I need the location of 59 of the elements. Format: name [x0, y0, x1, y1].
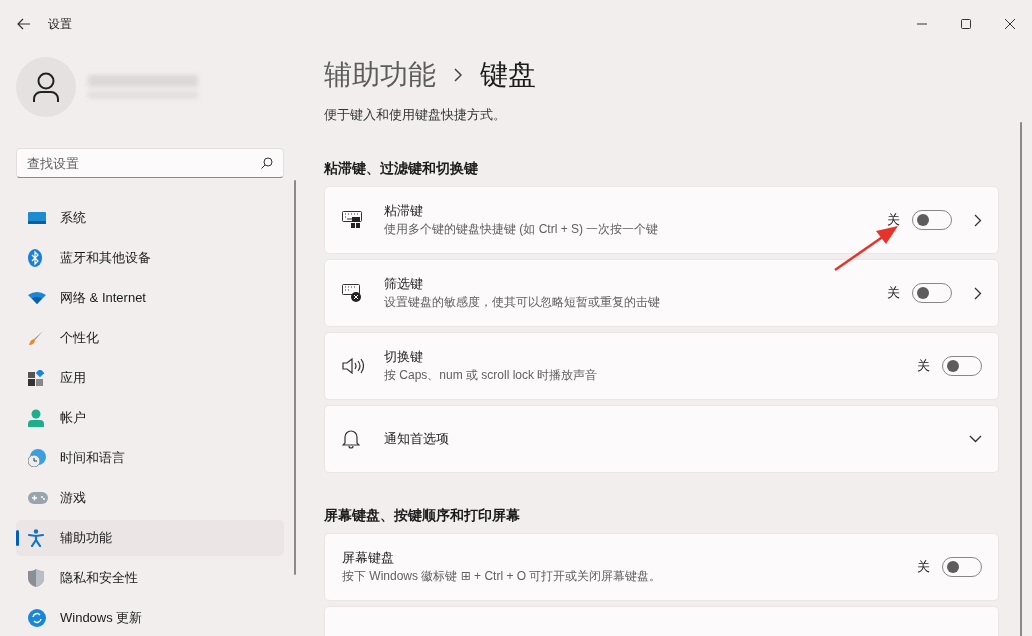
sidebar-item[interactable]: 隐私和安全性 [16, 560, 284, 596]
paintbrush-icon [28, 330, 44, 346]
sidebar-item[interactable]: 游戏 [16, 480, 284, 516]
wifi-icon [28, 292, 46, 304]
chevron-right-icon [454, 68, 462, 82]
bell-icon [342, 429, 360, 449]
setting-title: 筛选键 [384, 275, 424, 293]
chevron-right-icon[interactable] [974, 286, 982, 300]
setting-title: 粘滞键 [384, 202, 424, 220]
toggle-state-label: 关 [887, 284, 900, 302]
gamepad-icon [28, 492, 48, 504]
sidebar-item[interactable]: 系统 [16, 200, 284, 236]
sidebar-item[interactable]: 应用 [16, 360, 284, 396]
settings-card[interactable]: 屏幕键盘 按下 Windows 徽标键 ⊞ + Ctrl + O 可打开或关闭屏幕键盘。 关 [324, 533, 999, 601]
bluetooth-icon [28, 249, 42, 267]
keyboard-icon [342, 211, 362, 229]
search-field[interactable]: 查找设置 [16, 148, 284, 178]
settings-card[interactable]: 粘滞键 使用多个键的键盘快捷键 (如 Ctrl + S) 一次按一个键 关 [324, 186, 999, 254]
sidebar-item[interactable]: 帐户 [16, 400, 284, 436]
search-icon[interactable] [261, 157, 273, 169]
chevron-down-icon[interactable] [969, 435, 982, 443]
shield-icon [28, 569, 44, 587]
sidebar-item[interactable]: 蓝牙和其他设备 [16, 240, 284, 276]
setting-description: 使用多个键的键盘快捷键 (如 Ctrl + S) 一次按一个键 [384, 221, 660, 238]
sidebar-item[interactable]: Windows 更新 [16, 600, 284, 636]
speaker-icon [342, 357, 364, 375]
page-description: 便于键入和使用键盘快捷方式。 [324, 106, 507, 124]
breadcrumb-parent[interactable]: 辅助功能 [324, 56, 436, 94]
page-title: 键盘 [480, 58, 536, 92]
accessibility-icon [28, 529, 44, 547]
chevron-right-icon[interactable] [974, 213, 982, 227]
close-icon[interactable] [1005, 19, 1015, 29]
monitor-icon [28, 211, 46, 225]
keyboard-filter-icon [342, 284, 362, 302]
maximize-icon[interactable] [961, 19, 971, 29]
setting-description: 设置键盘的敏感度，使其可以忽略短暂或重复的击键 [384, 294, 661, 311]
setting-description: 按 Caps、num 或 scroll lock 时播放声音 [384, 367, 599, 384]
setting-title: 切换键 [384, 348, 424, 366]
settings-card[interactable]: 筛选键 设置键盘的敏感度，使其可以忽略短暂或重复的击键 关 [324, 259, 999, 327]
refresh-icon [28, 609, 46, 627]
section-heading: 粘滞键、过滤键和切换键 [324, 160, 479, 178]
window-title: 设置 [48, 15, 72, 33]
sidebar-item[interactable]: 网络 & Internet [16, 280, 284, 316]
setting-description: 按下 Windows 徽标键 ⊞ + Ctrl + O 可打开或关闭屏幕键盘。 [342, 568, 663, 585]
setting-title: 通知首选项 [384, 430, 450, 448]
settings-card[interactable]: 切换键 按 Caps、num 或 scroll lock 时播放声音 关 [324, 332, 999, 400]
back-arrow-icon[interactable] [17, 18, 31, 30]
person-icon [28, 409, 44, 427]
section-heading: 屏幕键盘、按键顺序和打印屏幕 [324, 507, 521, 525]
settings-card[interactable]: 通知首选项 [324, 405, 999, 473]
setting-title: 屏幕键盘 [342, 549, 395, 567]
sidebar-item[interactable]: 时间和语言 [16, 440, 284, 476]
toggle-state-label: 关 [917, 558, 930, 576]
sidebar-item[interactable]: 辅助功能 [16, 520, 284, 556]
toggle-state-label: 关 [917, 357, 930, 375]
apps-icon [28, 370, 44, 386]
globe-clock-icon [28, 449, 46, 467]
toggle-state-label: 关 [887, 211, 900, 229]
sidebar-item[interactable]: 个性化 [16, 320, 284, 356]
